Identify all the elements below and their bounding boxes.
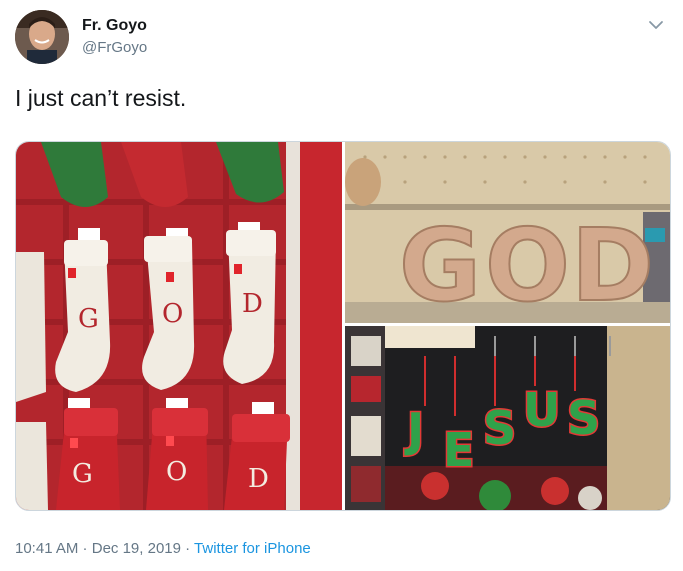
tweet-meta: 10:41 AM · Dec 19, 2019 · Twitter for iP… [15, 540, 311, 557]
stocking-letter-bottom-o: O [166, 457, 187, 487]
tweet-text: I just can’t resist. [15, 85, 187, 111]
stocking-letter-bottom-d: D [248, 464, 269, 494]
author-name[interactable]: Fr. Goyo [82, 17, 147, 35]
tweet-source-link[interactable]: Twitter for iPhone [194, 540, 311, 557]
tweet-date[interactable]: Dec 19, 2019 [92, 540, 181, 557]
ornament-letter-s1: S [483, 401, 516, 455]
meta-separator: · [180, 540, 195, 557]
stocking-letter-top-o: O [162, 299, 183, 329]
meta-separator: · [78, 540, 92, 557]
ornament-letter-e: E [443, 423, 474, 477]
box-letter-o: O [485, 207, 570, 323]
ornament-letter-s2: S [567, 391, 600, 445]
photo-ornaments[interactable]: J E S U S [345, 326, 670, 510]
avatar-photo [15, 10, 69, 64]
ornament-letter-j: J [404, 403, 424, 457]
stocking-letter-top-g: G [78, 304, 99, 334]
media-grid[interactable]: G O D G O D G O D J E S U S [15, 141, 671, 511]
box-letter-g: G [399, 207, 481, 323]
chevron-down-icon[interactable] [647, 16, 665, 34]
stocking-letter-bottom-g: G [72, 459, 93, 489]
stocking-letter-top-d: D [242, 289, 263, 319]
avatar[interactable] [15, 10, 69, 64]
ornament-letter-u: U [523, 383, 560, 437]
author-handle[interactable]: @FrGoyo [82, 39, 147, 56]
box-letter-d: D [571, 207, 654, 323]
photo-stockings[interactable]: G O D G O D [16, 142, 342, 510]
photo-box-letters[interactable]: G O D [345, 142, 670, 323]
tweet-time[interactable]: 10:41 AM [15, 540, 78, 557]
